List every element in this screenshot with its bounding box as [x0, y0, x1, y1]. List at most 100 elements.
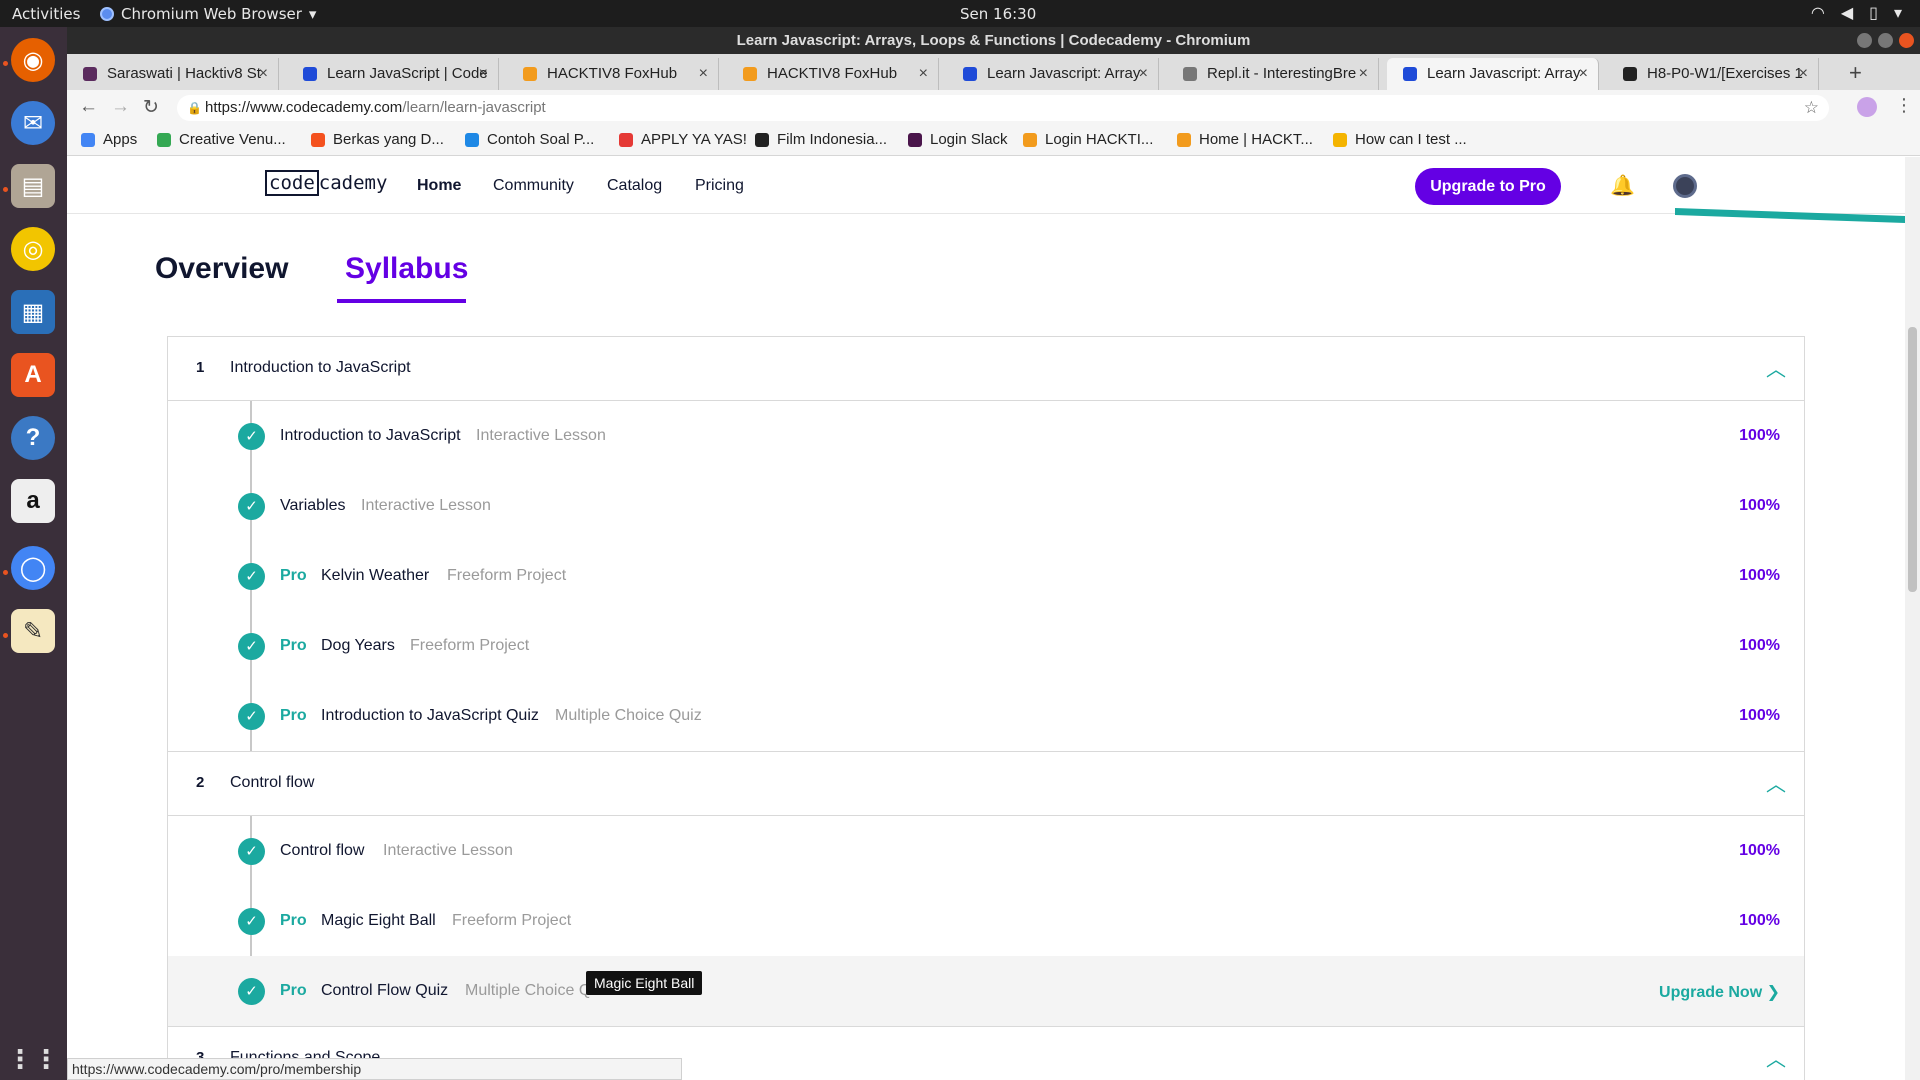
- tab-title: Saraswati | Hacktiv8 St: [107, 65, 261, 82]
- chevron-up-icon[interactable]: ︿: [1766, 353, 1786, 382]
- slack-icon: [908, 132, 922, 147]
- writer-icon[interactable]: ▦: [11, 290, 55, 334]
- reload-icon[interactable]: ↻: [143, 96, 159, 119]
- browser-menu-icon[interactable]: ⋮: [1895, 95, 1913, 116]
- bookmark-item[interactable]: Login HACKTI...: [1023, 131, 1153, 148]
- lesson-type: Freeform Project: [410, 637, 530, 654]
- window-title-bar[interactable]: Learn Javascript: Arrays, Loops & Functi…: [67, 27, 1920, 54]
- minimize-icon[interactable]: [1857, 33, 1872, 48]
- browser-tab[interactable]: H8-P0-W1/[Exercises 1 ×: [1607, 58, 1819, 90]
- lesson-row[interactable]: ✓ Variables Interactive Lesson 100%: [168, 471, 1804, 541]
- bookmark-item[interactable]: Login Slack: [908, 131, 1008, 148]
- module-header[interactable]: 1 Introduction to JavaScript ︿: [168, 337, 1804, 401]
- activities-button[interactable]: Activities: [12, 5, 80, 23]
- lesson-row[interactable]: ✓ Pro Magic Eight Ball Freeform Project …: [168, 886, 1804, 956]
- text-editor-icon[interactable]: ✎: [11, 609, 55, 653]
- clock[interactable]: Sen 16:30: [960, 5, 1036, 23]
- files-icon[interactable]: ▤: [11, 164, 55, 208]
- address-bar[interactable]: 🔒 https://www.codecademy.com/learn/learn…: [177, 95, 1829, 121]
- browser-tab[interactable]: Saraswati | Hacktiv8 St ×: [67, 58, 279, 90]
- close-tab-icon[interactable]: ×: [259, 58, 268, 90]
- tab-syllabus[interactable]: Syllabus: [345, 252, 468, 286]
- software-icon[interactable]: A: [11, 353, 55, 397]
- close-tab-icon[interactable]: ×: [1579, 58, 1588, 90]
- pro-badge: Pro: [280, 982, 307, 999]
- fox-icon: [1023, 132, 1037, 147]
- close-tab-icon[interactable]: ×: [479, 58, 488, 90]
- module-title: Introduction to JavaScript: [230, 359, 411, 376]
- firefox-icon[interactable]: ◉: [11, 38, 55, 82]
- show-apps-icon[interactable]: ⋮⋮: [7, 1037, 59, 1080]
- bookmark-item[interactable]: Film Indonesia...: [755, 131, 887, 148]
- bell-icon[interactable]: 🔔: [1610, 173, 1635, 198]
- lesson-row[interactable]: ✓ Pro Introduction to JavaScript Quiz Mu…: [168, 681, 1804, 751]
- lesson-name[interactable]: Dog Years: [321, 637, 395, 655]
- lesson-name[interactable]: Kelvin Weather: [321, 567, 429, 585]
- upgrade-to-pro-button[interactable]: Upgrade to Pro: [1415, 168, 1561, 205]
- bookmark-star-icon[interactable]: ☆: [1804, 95, 1819, 121]
- bookmark-item[interactable]: Contoh Soal P...: [465, 131, 594, 148]
- scrollbar-thumb[interactable]: [1908, 327, 1917, 592]
- back-icon[interactable]: ←: [79, 96, 98, 118]
- browser-tab[interactable]: Learn Javascript: Array ×: [947, 58, 1159, 90]
- help-icon[interactable]: ?: [11, 416, 55, 460]
- bookmark-label: Creative Venu...: [179, 131, 286, 148]
- thunderbird-icon[interactable]: ✉: [11, 101, 55, 145]
- favicon-icon: [83, 67, 97, 81]
- close-tab-icon[interactable]: ×: [699, 58, 708, 90]
- page-scrollbar[interactable]: [1905, 157, 1920, 1080]
- close-tab-icon[interactable]: ×: [1799, 58, 1808, 90]
- tab-overview[interactable]: Overview: [155, 252, 288, 286]
- chevron-up-icon[interactable]: ︿: [1766, 768, 1786, 797]
- chevron-up-icon[interactable]: ︿: [1766, 1043, 1786, 1072]
- nav-catalog[interactable]: Catalog: [607, 177, 662, 195]
- chromium-dock-icon[interactable]: ◯: [11, 546, 55, 590]
- bookmark-item[interactable]: Creative Venu...: [157, 131, 286, 148]
- lesson-row[interactable]: ✓ Control flow Interactive Lesson 100%: [168, 816, 1804, 886]
- browser-tab[interactable]: Repl.it - InterestingBre ×: [1167, 58, 1379, 90]
- codecademy-logo[interactable]: code cademy: [265, 170, 387, 196]
- close-tab-icon[interactable]: ×: [919, 58, 928, 90]
- avatar[interactable]: [1673, 174, 1697, 198]
- nav-home[interactable]: Home: [417, 177, 461, 195]
- system-tray[interactable]: ◠ ◀ ▯ ▾: [1811, 3, 1902, 22]
- module-header[interactable]: 2 Control flow ︿: [168, 752, 1804, 816]
- check-icon: ✓: [238, 563, 265, 590]
- extension-icon[interactable]: [1857, 97, 1877, 117]
- bookmark-apps[interactable]: Apps: [81, 131, 137, 148]
- browser-tab[interactable]: Learn JavaScript | Code ×: [287, 58, 499, 90]
- lesson-name[interactable]: Variables: [280, 497, 346, 515]
- rhythmbox-icon[interactable]: ◎: [11, 227, 55, 271]
- lesson-name[interactable]: Introduction to JavaScript: [280, 427, 461, 445]
- lesson-row[interactable]: ✓ Pro Kelvin Weather Freeform Project 10…: [168, 541, 1804, 611]
- lesson-row[interactable]: ✓ Pro Control Flow Quiz Multiple Choice …: [168, 956, 1804, 1026]
- bookmark-item[interactable]: How can I test ...: [1333, 131, 1467, 148]
- lesson-row[interactable]: ✓ Introduction to JavaScript Interactive…: [168, 401, 1804, 471]
- close-window-icon[interactable]: [1899, 33, 1914, 48]
- forward-icon[interactable]: →: [111, 96, 130, 118]
- chromium-icon: [100, 7, 114, 21]
- new-tab-icon[interactable]: +: [1849, 60, 1862, 86]
- amazon-icon[interactable]: a: [11, 479, 55, 523]
- bookmark-item[interactable]: Berkas yang D...: [311, 131, 444, 148]
- bookmark-item[interactable]: APPLY YA YAS!: [619, 131, 747, 148]
- close-tab-icon[interactable]: ×: [1139, 58, 1148, 90]
- bookmark-item[interactable]: Home | HACKT...: [1177, 131, 1313, 148]
- lesson-row[interactable]: ✓ Pro Dog Years Freeform Project 100%: [168, 611, 1804, 681]
- nav-pricing[interactable]: Pricing: [695, 177, 744, 195]
- lesson-name[interactable]: Control Flow Quiz: [321, 982, 448, 1000]
- tab-title: Repl.it - InterestingBre: [1207, 65, 1357, 82]
- browser-tab-active[interactable]: Learn Javascript: Array ×: [1387, 58, 1599, 90]
- module-title: Control flow: [230, 774, 315, 791]
- nav-community[interactable]: Community: [493, 177, 574, 195]
- bookmark-label: Contoh Soal P...: [487, 131, 595, 148]
- lesson-name[interactable]: Control flow: [280, 842, 364, 860]
- browser-tab[interactable]: HACKTIV8 FoxHub ×: [507, 58, 719, 90]
- close-tab-icon[interactable]: ×: [1359, 58, 1368, 90]
- app-menu[interactable]: Chromium Web Browser ▾: [100, 5, 316, 23]
- lesson-name[interactable]: Introduction to JavaScript Quiz: [321, 707, 539, 725]
- upgrade-now-link[interactable]: Upgrade Now ❯: [1659, 982, 1780, 1002]
- browser-tab[interactable]: HACKTIV8 FoxHub ×: [727, 58, 939, 90]
- lesson-name[interactable]: Magic Eight Ball: [321, 912, 436, 930]
- maximize-icon[interactable]: [1878, 33, 1893, 48]
